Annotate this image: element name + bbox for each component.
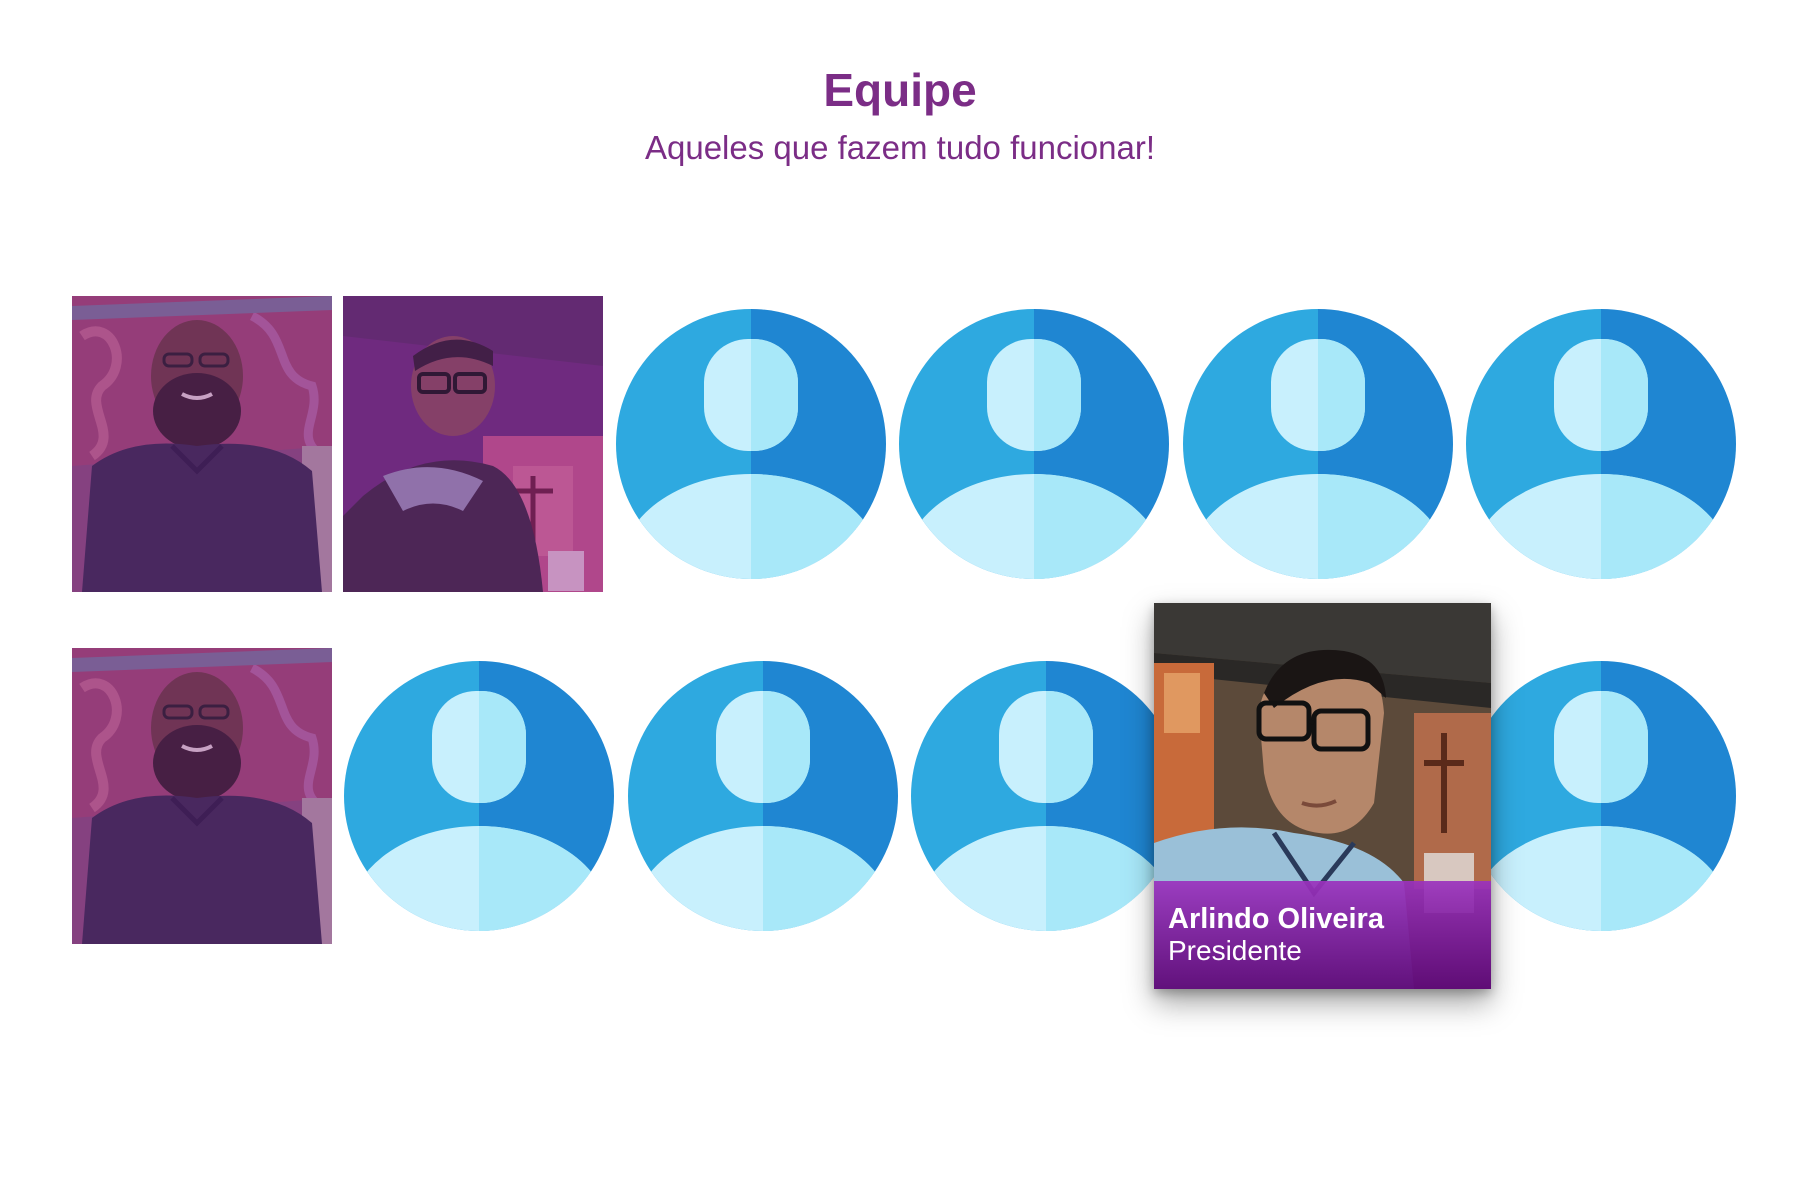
team-member-avatar-placeholder[interactable] [1183, 309, 1453, 579]
team-member-photo[interactable] [72, 296, 332, 592]
team-member-avatar-placeholder[interactable] [344, 661, 614, 931]
team-member-photo[interactable] [343, 296, 603, 592]
team-member-card-highlighted[interactable]: Arlindo Oliveira Presidente [1154, 603, 1491, 989]
team-member-avatar-placeholder[interactable] [899, 309, 1169, 579]
member-name: Arlindo Oliveira [1168, 903, 1384, 935]
user-icon [1466, 309, 1736, 579]
team-section-header: Equipe Aqueles que fazem tudo funcionar! [0, 62, 1800, 170]
user-icon [899, 309, 1169, 579]
section-subtitle: Aqueles que fazem tudo funcionar! [644, 129, 1155, 166]
member-caption: Arlindo Oliveira Presidente [1154, 881, 1491, 989]
user-icon [344, 661, 614, 931]
member-role: Presidente [1168, 935, 1302, 966]
team-member-avatar-placeholder[interactable] [911, 661, 1181, 931]
user-icon [1183, 309, 1453, 579]
team-member-avatar-placeholder[interactable] [628, 661, 898, 931]
user-icon [628, 661, 898, 931]
team-member-avatar-placeholder[interactable] [1466, 309, 1736, 579]
team-member-avatar-placeholder[interactable] [616, 309, 886, 579]
user-icon [911, 661, 1181, 931]
section-title: Equipe [823, 64, 977, 116]
team-member-photo[interactable] [72, 648, 332, 944]
user-icon [616, 309, 886, 579]
user-icon [1466, 661, 1736, 931]
team-member-avatar-placeholder[interactable] [1466, 661, 1736, 931]
